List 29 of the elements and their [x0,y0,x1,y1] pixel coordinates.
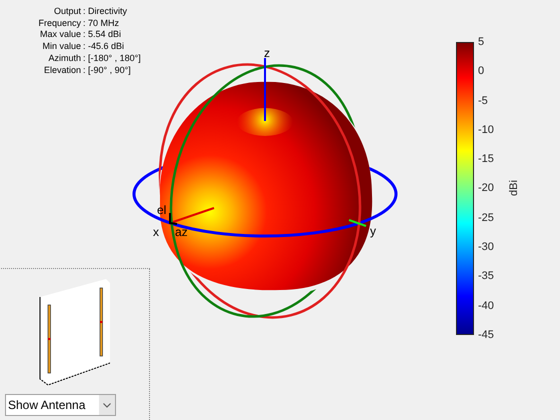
colorbar-unit-label: dBi [508,180,520,196]
info-value: : Directivity [83,6,128,18]
axis-label: az [175,225,188,239]
info-value: : 5.54 dBi [83,29,122,42]
info-label: Min value [41,41,81,53]
colorbar-tick-label: 0 [478,65,486,78]
info-value: : -45.6 dBi [83,41,126,53]
info-value: : 70 MHz [83,18,120,30]
colorbar-tick-label: -20 [478,182,494,194]
colorbar-tick-label: -25 [478,212,494,224]
info-label: Output [52,6,81,18]
info-value: : [-90° , 90°] [83,64,132,76]
colorbar-tick-label: -30 [478,241,494,254]
colorbar-tick-label: -10 [478,124,494,136]
colorbar-tick-label: -40 [478,300,494,312]
info-value: : [-180° , 180°] [83,52,141,65]
axis-label: z [264,46,270,60]
info-label: Elevation [42,64,81,76]
colorbar-tick-label: -5 [478,94,489,107]
colorbar-tick-label: -15 [478,153,494,166]
colorbar-tick-label: 5 [478,36,486,48]
colorbar-tick-label: -35 [478,270,494,282]
colorbar-tick-label: -45 [478,328,494,341]
info-label: Frequency [37,18,81,30]
axis-label: x [153,225,159,239]
view-dropdown[interactable]: Show Antenna [5,394,116,416]
info-label: Azimuth [47,52,81,65]
info-label: Max value [38,29,81,42]
axis-label: y [370,224,376,238]
